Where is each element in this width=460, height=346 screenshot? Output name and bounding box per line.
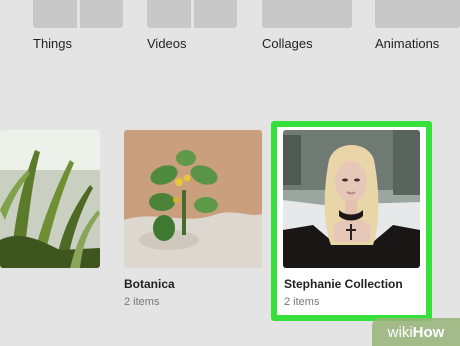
album-botanica-thumbnail[interactable] — [124, 130, 262, 268]
wikihow-watermark-logo: wiki How — [372, 318, 460, 346]
category-collages-label: Collages — [262, 36, 313, 51]
category-videos-label: Videos — [147, 36, 187, 51]
watermark-wiki-text: wiki — [387, 323, 413, 341]
category-animations-label: Animations — [375, 36, 440, 51]
category-videos-thumbnail[interactable] — [147, 0, 237, 28]
category-things-thumbnail[interactable] — [33, 0, 123, 28]
album-botanica-count: 2 items — [124, 296, 160, 308]
album-botanica-title[interactable]: Botanica — [124, 277, 175, 291]
album-stephanie-count: 2 items — [284, 296, 320, 308]
album-stephanie-title[interactable]: Stephanie Collection — [284, 277, 403, 291]
album-plants-thumbnail[interactable] — [0, 130, 100, 268]
category-things-label: Things — [33, 36, 73, 51]
album-stephanie-thumbnail[interactable] — [283, 130, 420, 268]
category-animations-thumbnail[interactable] — [375, 0, 460, 28]
category-collages-thumbnail[interactable] — [262, 0, 352, 28]
watermark-how-text: How — [412, 323, 445, 341]
